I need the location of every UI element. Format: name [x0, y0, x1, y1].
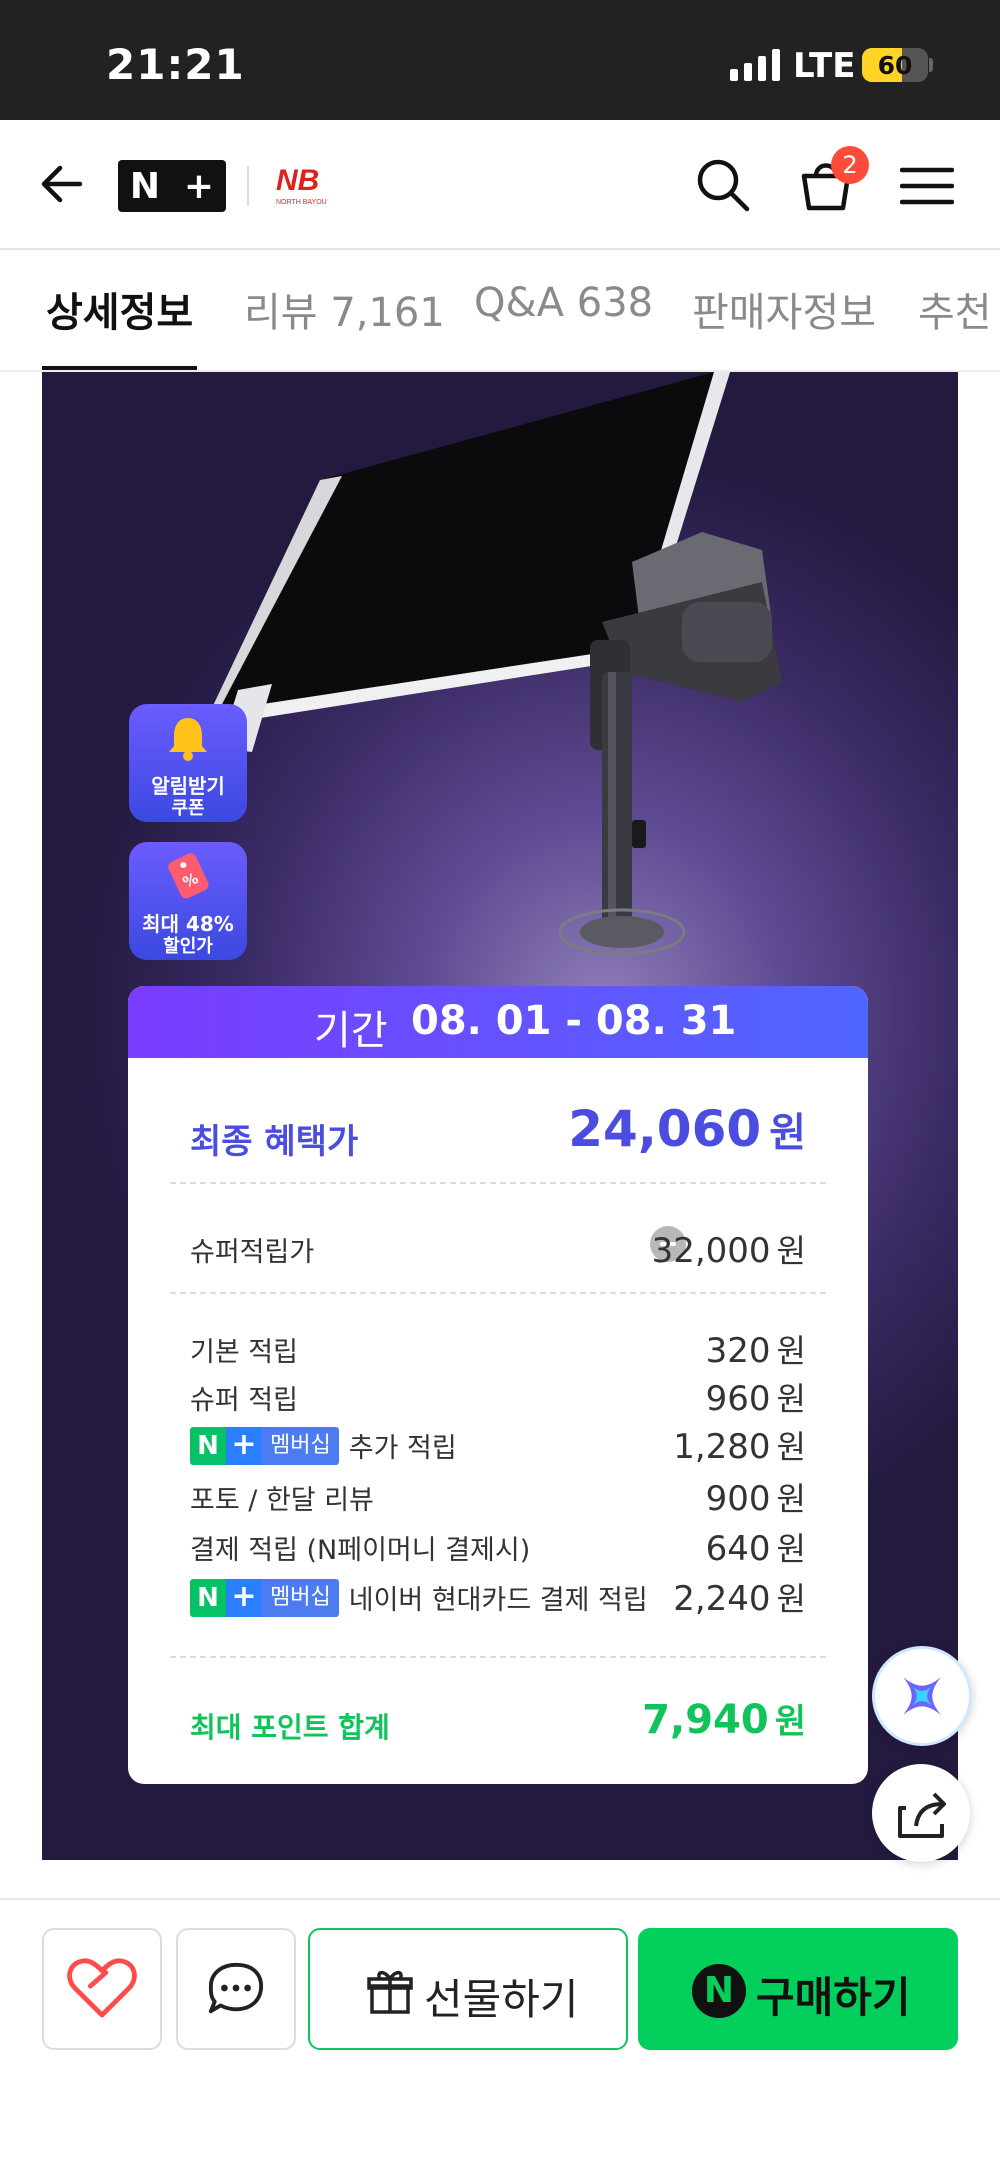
max-discount-badge[interactable]: % 최대 48% 할인가: [129, 842, 247, 960]
buy-label: 구매하기: [756, 1973, 911, 2022]
chat-bubble-icon: [208, 1962, 264, 2014]
points-row: 포토 / 한달 리뷰 900 원: [190, 1474, 806, 1519]
points-row-label: 네이버 현대카드 결제 적립: [348, 1585, 648, 1616]
points-row-value: 960 원: [705, 1379, 806, 1419]
divider: [170, 1656, 826, 1658]
points-row: 결제 적립 (N페이머니 결제시) 640 원: [190, 1524, 806, 1569]
naver-pay-icon: N: [692, 1964, 746, 2018]
tab-recommend[interactable]: 추천: [918, 280, 992, 338]
points-row: 기본 적립 320 원: [190, 1326, 806, 1371]
naver-membership-badge: N + 멤버십: [190, 1578, 339, 1617]
points-row-label: 기본 적립: [190, 1337, 298, 1368]
hamburger-menu-icon[interactable]: [900, 164, 954, 208]
status-time: 21:21: [106, 40, 245, 89]
points-row: 슈퍼 적립 960 원: [190, 1374, 806, 1419]
points-row-value: 900 원: [705, 1479, 806, 1519]
wishlist-button[interactable]: [42, 1928, 162, 2050]
status-bar: 21:21 LTE 60: [0, 0, 1000, 120]
promotion-period: 기간 08. 01 - 08. 31: [128, 986, 868, 1058]
top-navigation: N + NB NORTH BAYOU 2: [0, 120, 1000, 250]
points-row-label: 포토 / 한달 리뷰: [190, 1485, 374, 1516]
product-tabs: 상세정보 리뷰 7,161 Q&A 638 판매자정보 추천: [0, 250, 1000, 372]
points-row-label: 슈퍼 적립: [190, 1385, 298, 1416]
cart-count-badge: 2: [831, 146, 869, 184]
battery-level: 60: [877, 51, 913, 80]
gift-label: 선물하기: [424, 1975, 579, 2024]
total-points-value: 7,940 원: [642, 1697, 806, 1743]
points-row: N + 멤버십 네이버 현대카드 결제 적립 2,240 원: [190, 1574, 806, 1619]
points-row-value: 320 원: [705, 1331, 806, 1371]
period-value: 08. 01 - 08. 31: [411, 998, 737, 1044]
buy-button[interactable]: N 구매하기: [638, 1928, 958, 2050]
points-row-label: 결제 적립 (N페이머니 결제시): [190, 1535, 531, 1566]
heart-icon: [67, 1958, 137, 2018]
divider: [170, 1292, 826, 1294]
ai-sparkle-icon: [903, 1677, 941, 1715]
alarm-coupon-badge[interactable]: 알림받기 쿠폰: [129, 704, 247, 822]
points-row-label: 추가 적립: [348, 1433, 457, 1464]
gift-button[interactable]: 선물하기: [308, 1928, 628, 2050]
ai-assistant-button[interactable]: [872, 1646, 972, 1746]
tab-reviews[interactable]: 리뷰 7,161: [244, 280, 445, 338]
points-row-value: 640 원: [705, 1529, 806, 1569]
points-row-value: 1,280 원: [673, 1427, 806, 1467]
final-price: 24,060 원: [568, 1100, 806, 1158]
bell-icon: [169, 718, 207, 761]
divider: [170, 1182, 826, 1184]
battery-icon: 60: [862, 48, 928, 82]
chat-button[interactable]: [176, 1928, 296, 2050]
svg-text:NB: NB: [276, 164, 319, 197]
tab-qna[interactable]: Q&A 638: [474, 280, 653, 326]
final-price-label: 최종 혜택가: [190, 1122, 359, 1162]
naver-membership-badge: N + 멤버십: [190, 1426, 339, 1465]
header-divider: [247, 166, 249, 206]
gift-icon: [367, 1970, 413, 2014]
benefit-price-card: 기간 08. 01 - 08. 31 최종 혜택가 24,060 원 슈퍼적립가 …: [128, 986, 868, 1784]
period-label: 기간: [314, 1008, 388, 1054]
signal-icon: [730, 47, 780, 81]
network-label: LTE: [793, 46, 856, 86]
brand-logo[interactable]: NB NORTH BAYOU: [274, 160, 346, 210]
discount-tag-icon: %: [168, 853, 209, 899]
super-points-row: 슈퍼적립가 32,000 원: [190, 1226, 806, 1271]
naver-plus-logo[interactable]: N +: [118, 160, 226, 212]
tab-seller-info[interactable]: 판매자정보: [692, 280, 876, 338]
total-points-label: 최대 포인트 합계: [190, 1711, 390, 1744]
search-icon[interactable]: [694, 156, 752, 214]
back-arrow-icon[interactable]: [36, 158, 88, 210]
points-row: N + 멤버십 추가 적립 1,280 원: [190, 1422, 806, 1467]
share-icon: [898, 1792, 946, 1838]
product-detail-banner: 알림받기 쿠폰 % 최대 48% 할인가 기간 08. 01 - 08. 31 …: [42, 372, 958, 1860]
points-row-value: 2,240 원: [673, 1579, 806, 1619]
share-button[interactable]: [872, 1764, 970, 1862]
tab-detail[interactable]: 상세정보: [46, 280, 193, 338]
bottom-action-bar: 선물하기 N 구매하기: [0, 1898, 1000, 2164]
svg-text:NORTH BAYOU: NORTH BAYOU: [276, 199, 327, 206]
